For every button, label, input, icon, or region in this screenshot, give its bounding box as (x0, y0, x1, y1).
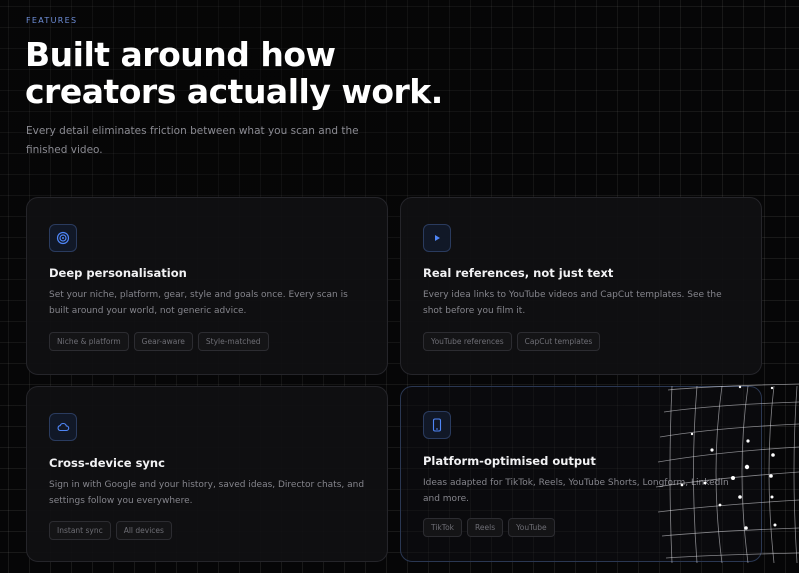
target-icon (49, 224, 77, 252)
feature-card-sync: Cross-device sync Sign in with Google an… (26, 386, 388, 562)
tag-list: Instant sync All devices (49, 521, 172, 540)
tag-list: Niche & platform Gear-aware Style-matche… (49, 332, 269, 351)
card-description: Sign in with Google and your history, sa… (49, 480, 365, 506)
tag: CapCut templates (516, 332, 601, 351)
tag: Style-matched (197, 332, 269, 351)
section-subtitle: Every detail eliminates friction between… (26, 125, 359, 156)
card-description: Set your niche, platform, gear, style an… (49, 290, 348, 316)
tag: Gear-aware (133, 332, 193, 351)
tag-list: YouTube references CapCut templates (423, 332, 601, 351)
tag: TikTok (423, 518, 463, 537)
card-title: Cross-device sync (49, 456, 165, 470)
card-title: Real references, not just text (423, 266, 614, 280)
title-line-1: Built around how (25, 35, 336, 74)
tag: YouTube (508, 518, 555, 537)
title-line-2: creators actually work. (25, 72, 443, 111)
card-title: Deep personalisation (49, 266, 187, 280)
tag: YouTube references (423, 332, 512, 351)
cloud-icon (49, 413, 77, 441)
card-description: Every idea links to YouTube videos and C… (423, 290, 722, 316)
tag: Niche & platform (49, 332, 129, 351)
feature-card-references: Real references, not just text Every ide… (400, 197, 762, 375)
card-description: Ideas adapted for TikTok, Reels, YouTube… (423, 478, 729, 504)
phone-icon (423, 411, 451, 439)
card-title: Platform-optimised output (423, 454, 596, 468)
section-eyebrow: FEATURES (26, 16, 78, 25)
feature-card-platform: Platform-optimised output Ideas adapted … (400, 386, 762, 562)
tag: Reels (467, 518, 504, 537)
tag: All devices (115, 521, 172, 540)
tag-list: TikTok Reels YouTube (423, 518, 555, 537)
play-icon (423, 224, 451, 252)
feature-card-personalisation: Deep personalisation Set your niche, pla… (26, 197, 388, 375)
section-title: Built around how creators actually work. (25, 36, 443, 110)
tag: Instant sync (49, 521, 111, 540)
